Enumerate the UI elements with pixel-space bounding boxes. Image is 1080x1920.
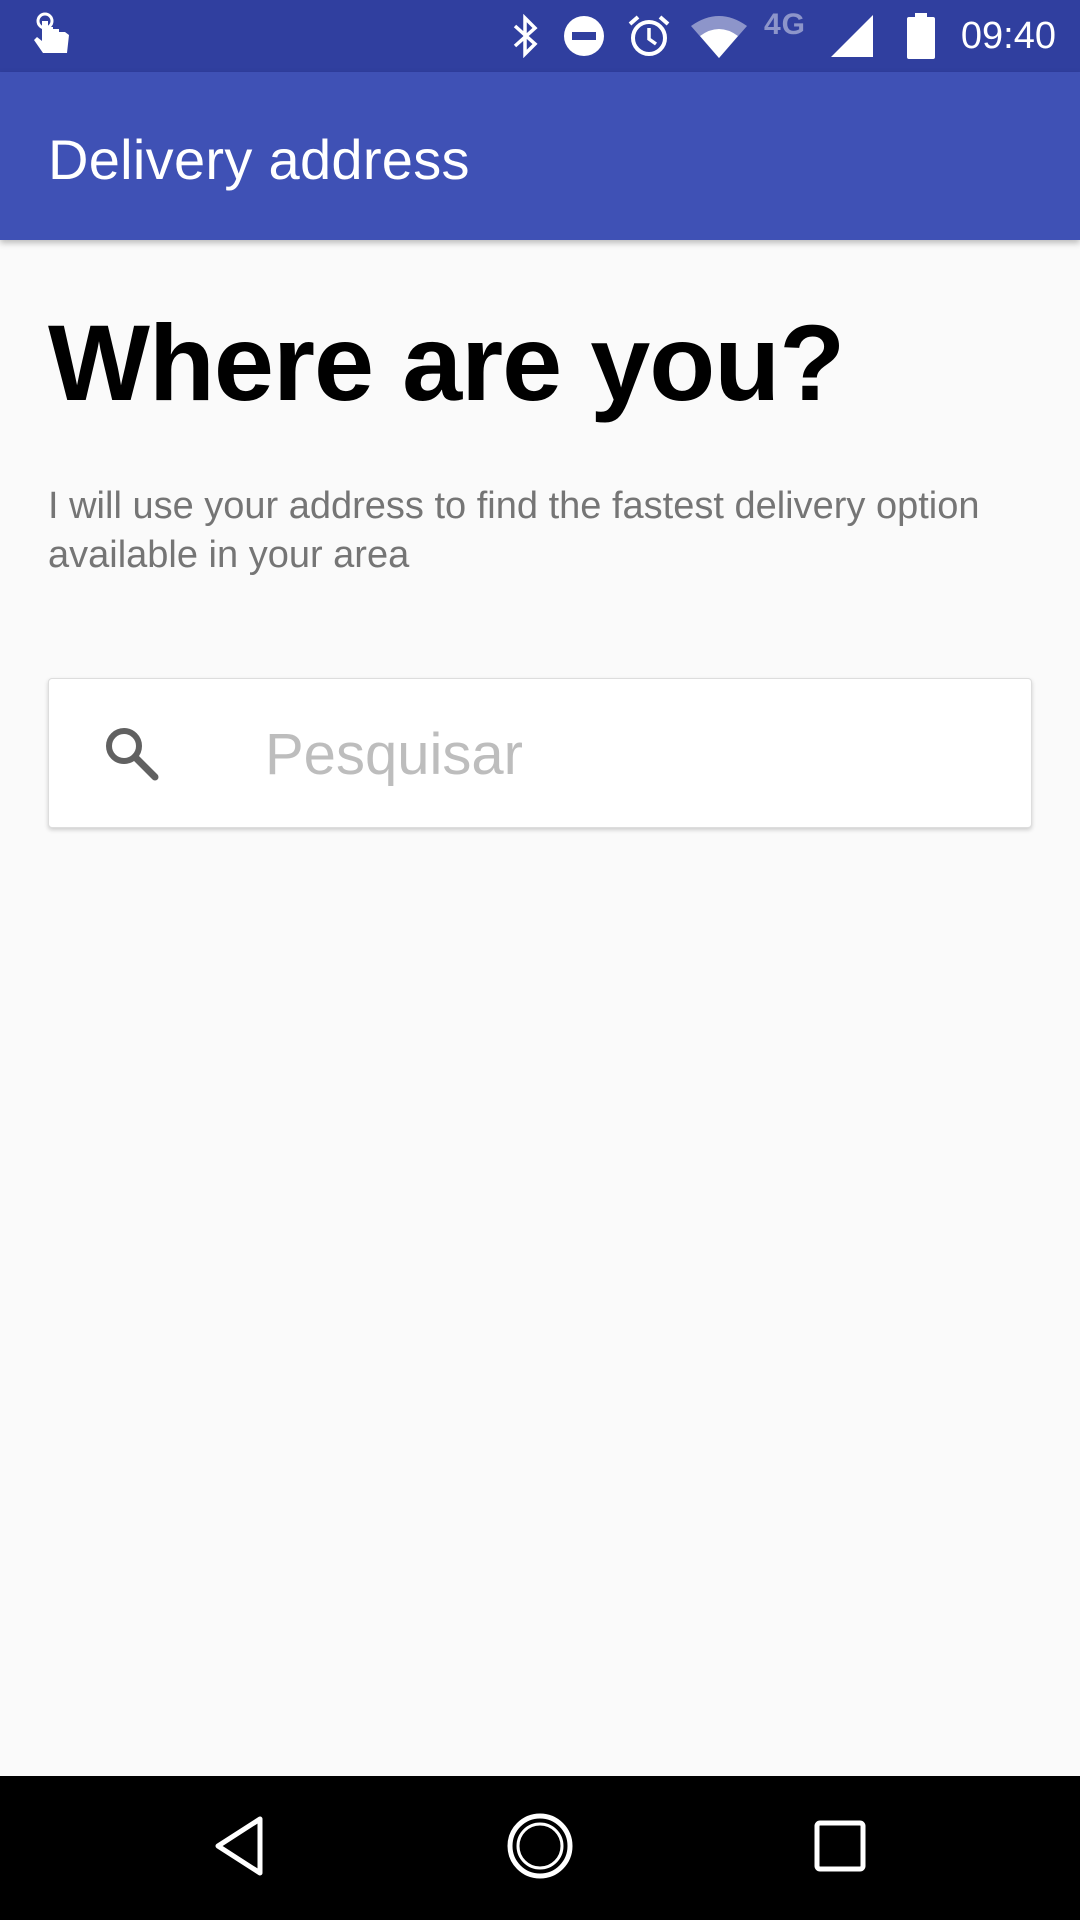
page-heading: Where are you?: [48, 302, 845, 423]
screen: 4G 09:40 Delivery address Where are you?…: [0, 0, 1080, 1920]
do-not-disturb-icon: [562, 0, 606, 72]
status-bar: 4G 09:40: [0, 0, 1080, 72]
navigation-bar: [0, 1776, 1080, 1920]
battery-icon: [904, 0, 938, 72]
bluetooth-icon: [506, 0, 546, 72]
alarm-icon: [626, 0, 672, 72]
touch-icon: [28, 0, 78, 72]
recents-icon: [813, 1819, 867, 1878]
search-icon[interactable]: [101, 723, 161, 783]
back-icon: [212, 1815, 268, 1882]
page-subtitle: I will use your address to find the fast…: [48, 485, 980, 576]
network-type-label: 4G: [764, 8, 807, 41]
home-icon: [505, 1811, 575, 1886]
app-bar-title: Delivery address: [48, 128, 470, 191]
recents-button[interactable]: [760, 1776, 920, 1920]
app-bar: Delivery address: [0, 72, 1080, 240]
cellular-signal-icon: [828, 0, 876, 72]
search-input[interactable]: [265, 709, 1005, 799]
status-time: 09:40: [960, 15, 1056, 57]
wifi-icon: [688, 0, 750, 72]
search-box[interactable]: [48, 678, 1032, 828]
back-button[interactable]: [160, 1776, 320, 1920]
home-button[interactable]: [460, 1776, 620, 1920]
